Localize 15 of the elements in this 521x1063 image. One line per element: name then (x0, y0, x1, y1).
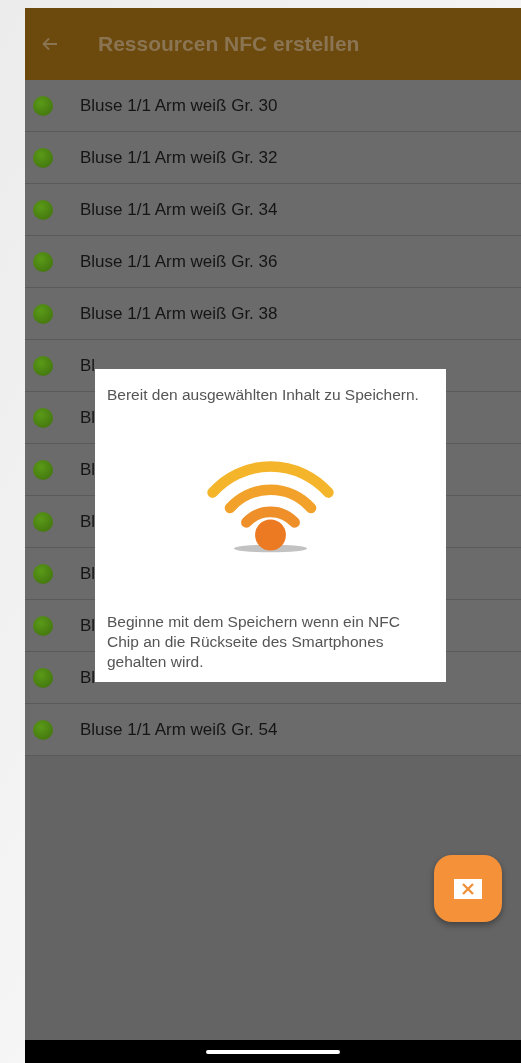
item-label: Bluse 1/1 Arm weiß Gr. 30 (80, 95, 278, 116)
item-label: Bluse 1/1 Arm weiß Gr. 32 (80, 147, 278, 168)
item-label: Bl (80, 355, 96, 376)
item-label: Bluse 1/1 Arm weiß Gr. 54 (80, 719, 278, 740)
item-label: Bluse 1/1 Arm weiß Gr. 34 (80, 199, 278, 220)
item-label: Bl (80, 615, 96, 636)
item-label: Bl (80, 563, 96, 584)
screen-title: Ressourcen NFC erstellen (98, 32, 360, 56)
item-label: Bluse 1/1 Arm weiß Gr. 38 (80, 303, 278, 324)
item-label: Bl (80, 511, 96, 532)
item-label: Bl (80, 667, 96, 688)
dialog-hint: Beginne mit dem Speichern wenn ein NFC Chip an die Rückseite des Smartphones gehalten wird. (107, 612, 401, 672)
item-label: Bluse 1/1 Arm weiß Gr. 36 (80, 251, 278, 272)
item-label: Bl (80, 407, 96, 428)
item-label: Bl (80, 459, 96, 480)
